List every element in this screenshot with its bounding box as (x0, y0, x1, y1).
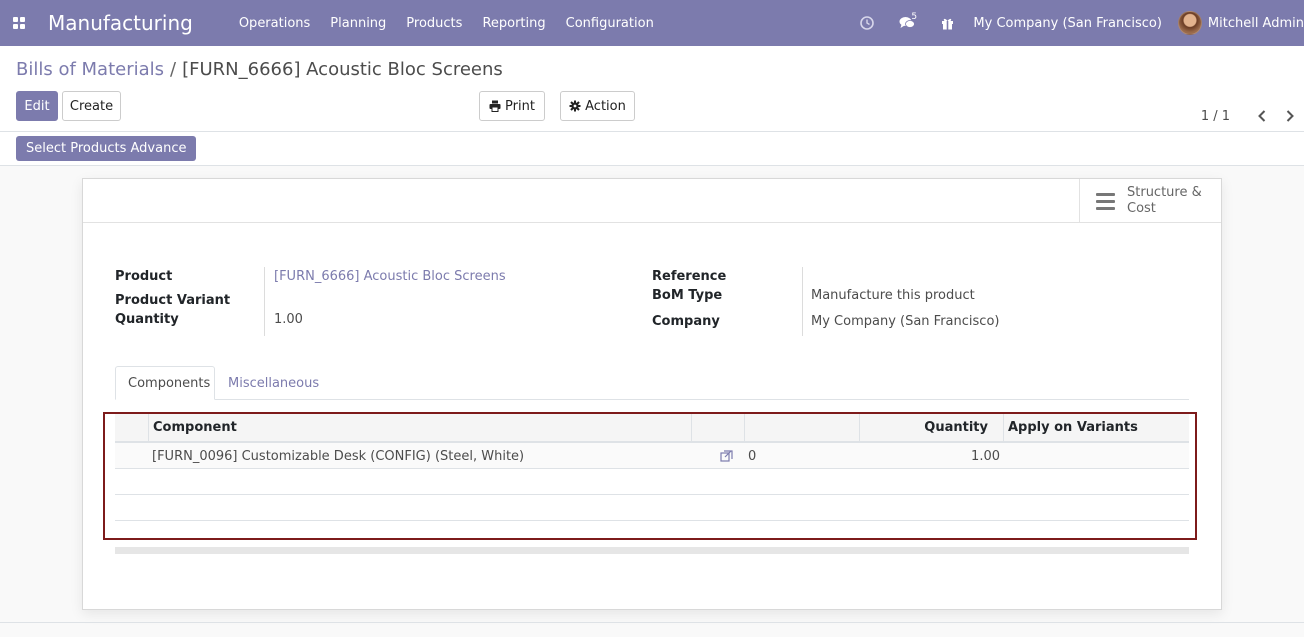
forecast-report-icon[interactable] (720, 443, 733, 469)
tab-components[interactable]: Components (115, 366, 215, 400)
components-table: Component Quantity Apply on Variants [FU… (115, 414, 1189, 521)
product-label: Product (115, 269, 173, 284)
header-availability-column (744, 414, 860, 441)
row-component[interactable]: [FURN_0096] Customizable Desk (CONFIG) (… (152, 443, 524, 469)
bars-icon (1096, 192, 1115, 210)
header-handle-column (115, 414, 149, 441)
gear-icon (569, 100, 581, 112)
user-menu[interactable]: Mitchell Admin (1208, 16, 1304, 31)
row-quantity[interactable]: 1.00 (859, 443, 1000, 469)
structure-cost-button[interactable]: Structure & Cost (1079, 179, 1221, 223)
navbar-systray: 5 My Company (San Francisco) Mitchell Ad… (847, 0, 1304, 46)
bom-type-value: Manufacture this product (811, 288, 975, 303)
tab-miscellaneous[interactable]: Miscellaneous (216, 366, 331, 400)
header-component[interactable]: Component (148, 414, 692, 441)
menu-operations[interactable]: Operations (229, 16, 320, 31)
edit-button[interactable]: Edit (16, 91, 58, 121)
left-group-divider (264, 267, 265, 336)
company-value: My Company (San Francisco) (811, 314, 1000, 329)
menu-configuration[interactable]: Configuration (556, 16, 664, 31)
breadcrumb-parent-link[interactable]: Bills of Materials (16, 59, 164, 80)
button-box: Structure & Cost (83, 179, 1221, 223)
action-label: Action (585, 98, 626, 114)
pager-value[interactable]: 1 / 1 (1201, 109, 1230, 124)
user-avatar[interactable] (1177, 11, 1202, 35)
main-menu: Operations Planning Products Reporting C… (229, 16, 664, 31)
table-row[interactable]: [FURN_0096] Customizable Desk (CONFIG) (… (115, 443, 1189, 469)
pager-previous-icon[interactable] (1248, 106, 1276, 126)
action-dropdown-button[interactable]: Action (560, 91, 635, 121)
messages-count-badge: 5 (911, 12, 918, 22)
menu-reporting[interactable]: Reporting (472, 16, 555, 31)
breadcrumb: Bills of Materials / [FURN_6666] Acoustic … (16, 59, 503, 80)
company-label: Company (652, 314, 720, 329)
table-header: Component Quantity Apply on Variants (115, 414, 1189, 443)
right-group-divider (802, 267, 803, 336)
printer-icon (489, 100, 501, 112)
notebook-tabs: Components Miscellaneous (115, 366, 1189, 400)
product-variant-label: Product Variant (115, 293, 231, 308)
pager: 1 / 1 (1201, 106, 1304, 126)
empty-table-row (115, 495, 1189, 521)
create-button[interactable]: Create (62, 91, 121, 121)
row-availability: 0 (748, 448, 757, 464)
header-icon-column (691, 414, 745, 441)
horizontal-scrollbar[interactable] (115, 547, 1189, 554)
app-name[interactable]: Manufacturing (48, 11, 193, 35)
select-products-advance-button[interactable]: Select Products Advance (16, 136, 197, 161)
breadcrumb-current: [FURN_6666] Acoustic Bloc Screens (182, 59, 503, 80)
control-panel: Bills of Materials / [FURN_6666] Acoustic … (0, 46, 1304, 132)
quantity-value: 1.00 (274, 312, 303, 327)
header-apply-on-variants[interactable]: Apply on Variants (1003, 414, 1189, 441)
top-navbar: Manufacturing Operations Planning Produc… (0, 0, 1304, 46)
menu-products[interactable]: Products (396, 16, 472, 31)
bottom-divider (0, 622, 1304, 623)
header-strip: Select Products Advance (0, 132, 1304, 166)
print-label: Print (505, 98, 535, 114)
structure-cost-label: Structure & Cost (1127, 185, 1202, 216)
empty-table-row (115, 469, 1189, 495)
quantity-label: Quantity (115, 312, 179, 327)
print-dropdown-button[interactable]: Print (479, 91, 545, 121)
bom-type-label: BoM Type (652, 288, 723, 303)
form-sheet: Structure & Cost Product [FURN_6666] Aco… (82, 178, 1222, 610)
breadcrumb-separator: / (170, 59, 177, 80)
header-quantity[interactable]: Quantity (859, 414, 1004, 441)
messaging-icon[interactable]: 5 (887, 0, 927, 46)
product-link[interactable]: [FURN_6666] Acoustic Bloc Screens (274, 269, 506, 284)
reference-label: Reference (652, 269, 727, 284)
company-switcher[interactable]: My Company (San Francisco) (973, 16, 1161, 31)
activity-clock-icon[interactable] (847, 0, 887, 46)
menu-planning[interactable]: Planning (320, 16, 396, 31)
apps-menu-icon[interactable] (4, 0, 34, 46)
pager-next-icon[interactable] (1276, 106, 1304, 126)
gift-icon[interactable] (927, 0, 967, 46)
